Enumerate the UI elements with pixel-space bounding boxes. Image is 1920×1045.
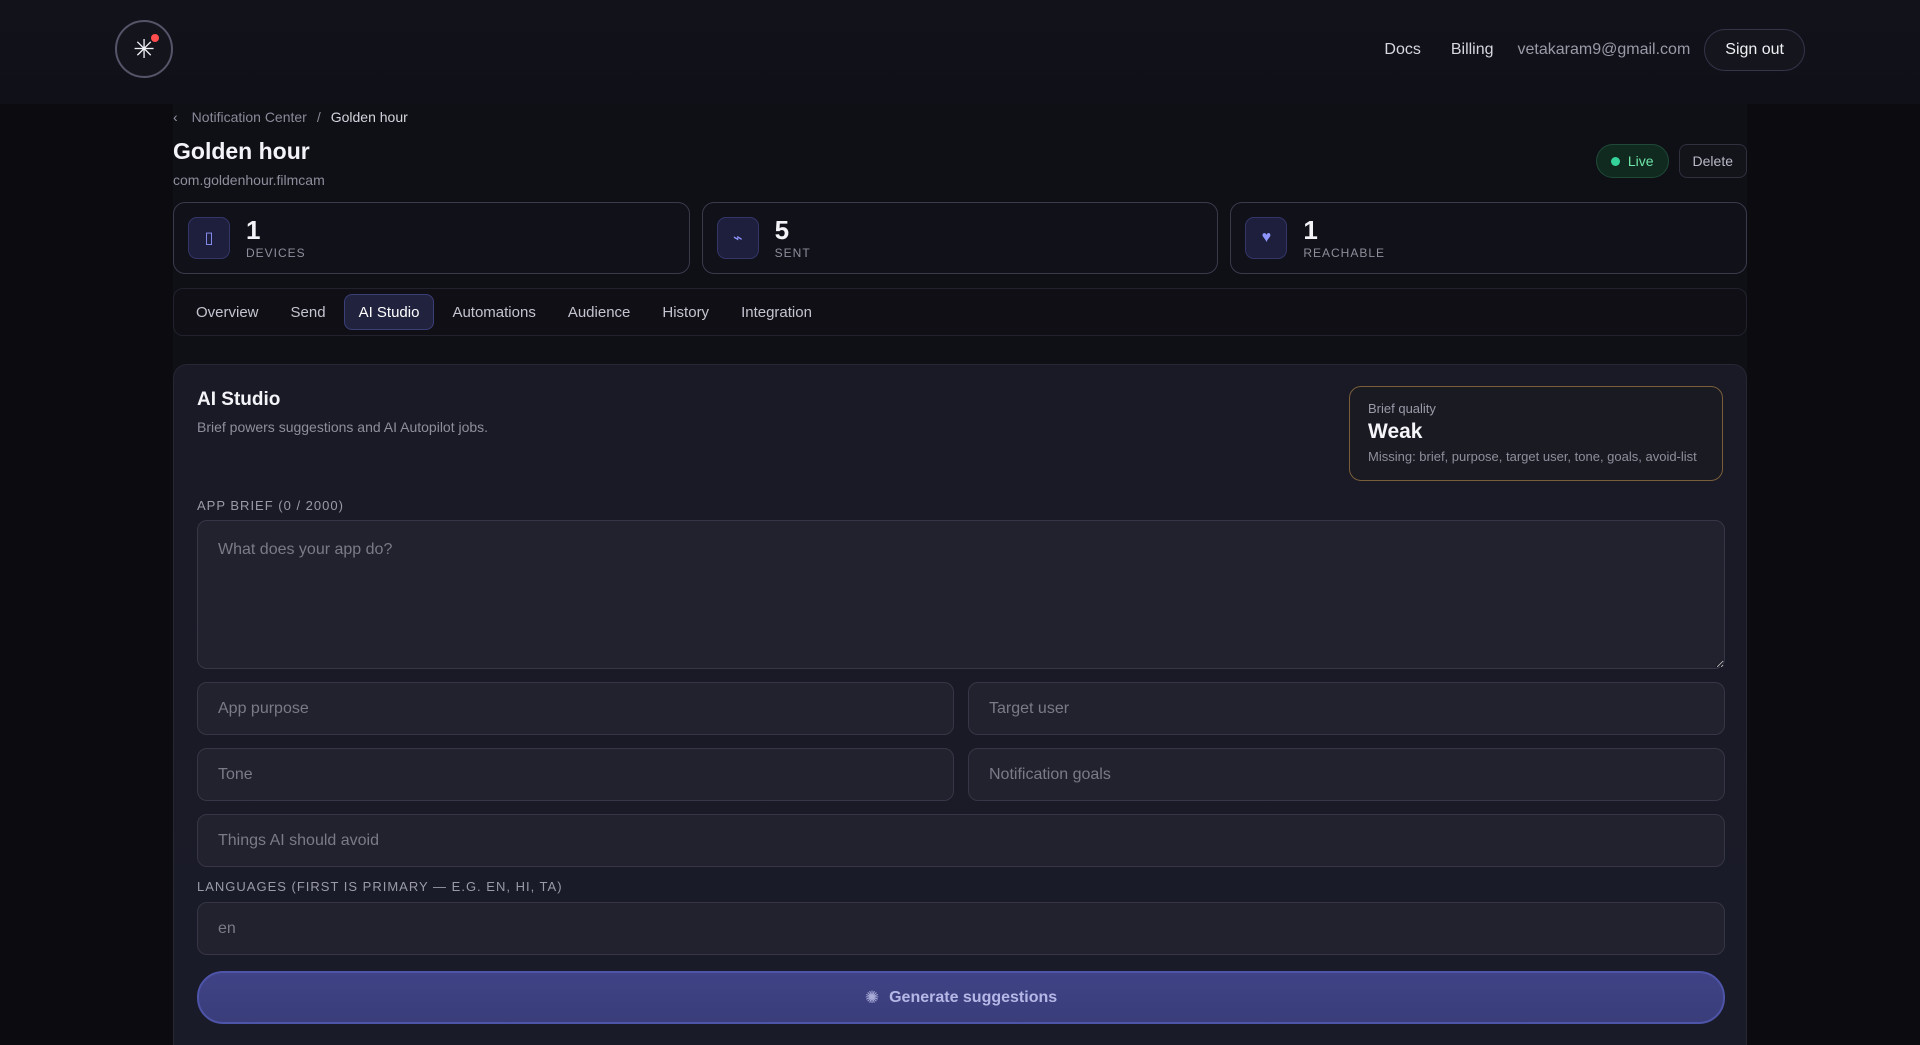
generate-suggestions-button[interactable]: ✺ Generate suggestions [197, 971, 1725, 1024]
avoid-input[interactable] [197, 814, 1725, 867]
languages-label: LANGUAGES (FIRST IS PRIMARY — E.G. EN, H… [197, 879, 563, 894]
app-purpose-input[interactable] [197, 682, 954, 735]
app-brief-textarea[interactable] [197, 520, 1725, 669]
app-brief-label: APP BRIEF (0 / 2000) [197, 498, 344, 513]
stat-card-reachable: ♥ 1 REACHABLE [1230, 202, 1748, 274]
breadcrumb: ‹ Notification Center / Golden hour [173, 104, 408, 130]
notification-dot [151, 34, 159, 42]
stat-label: SENT [774, 246, 811, 260]
tab-integration[interactable]: Integration [727, 294, 826, 330]
tab-audience[interactable]: Audience [554, 294, 645, 330]
send-icon: ⌁ [716, 217, 759, 259]
tab-history[interactable]: History [648, 294, 723, 330]
top-nav: Docs Billing vetakaram9@gmail.com Sign o… [1384, 29, 1805, 71]
stat-value: 1 [246, 215, 261, 245]
stat-card-sent: ⌁ 5 SENT [701, 202, 1219, 274]
logo[interactable]: ✳ [115, 20, 173, 78]
page-title: Golden hour [173, 138, 310, 164]
stat-card-devices: ▯ 1 DEVICES [173, 202, 690, 274]
breadcrumb-separator: / [316, 109, 321, 125]
tab-send[interactable]: Send [277, 294, 340, 330]
main-content: ‹ Notification Center / Golden hour Gold… [173, 104, 1748, 1045]
brief-quality-value: Weak [1368, 420, 1423, 443]
tab-automations[interactable]: Automations [438, 294, 549, 330]
tab-overview[interactable]: Overview [182, 294, 273, 330]
chevron-left-icon[interactable]: ‹ [173, 109, 178, 125]
stat-label: REACHABLE [1303, 246, 1386, 260]
stat-value: 5 [774, 215, 790, 245]
live-status-badge: Live [1595, 144, 1669, 178]
top-bar: ✳ Docs Billing vetakaram9@gmail.com Sign… [0, 0, 1920, 104]
phone-icon: ▯ [188, 217, 230, 259]
sign-out-button[interactable]: Sign out [1704, 29, 1805, 71]
breadcrumb-parent-link[interactable]: Notification Center [192, 109, 307, 125]
stats-row: ▯ 1 DEVICES ⌁ 5 SENT ♥ 1 REACHABLE [173, 202, 1748, 274]
stat-label: DEVICES [246, 246, 306, 260]
live-status-label: Live [1627, 153, 1654, 169]
brief-quality-card: Brief quality Weak Missing: brief, purpo… [1349, 386, 1723, 481]
brief-quality-missing: Missing: brief, purpose, target user, to… [1368, 449, 1697, 464]
notification-goals-input[interactable] [968, 748, 1725, 801]
languages-input[interactable] [197, 902, 1725, 955]
generate-suggestions-label: Generate suggestions [889, 988, 1058, 1006]
heart-icon: ♥ [1245, 217, 1288, 259]
nav-docs-link[interactable]: Docs [1384, 41, 1420, 59]
breadcrumb-current: Golden hour [330, 109, 408, 125]
tab-ai-studio[interactable]: AI Studio [343, 294, 435, 330]
live-dot-icon [1610, 156, 1620, 166]
panel-subtitle: Brief powers suggestions and AI Autopilo… [197, 419, 489, 435]
delete-button[interactable]: Delete [1678, 144, 1747, 178]
nav-billing-link[interactable]: Billing [1451, 41, 1494, 59]
tab-bar: Overview Send AI Studio Automations Audi… [173, 288, 1747, 336]
tone-input[interactable] [197, 748, 954, 801]
brief-quality-label: Brief quality [1368, 401, 1436, 416]
panel-title: AI Studio [197, 389, 281, 410]
app-package-id: com.goldenhour.filmcam [173, 172, 325, 188]
stat-value: 1 [1303, 215, 1318, 245]
ai-studio-panel: AI Studio Brief powers suggestions and A… [173, 364, 1747, 1045]
spinner-icon: ✺ [864, 987, 880, 1007]
target-user-input[interactable] [968, 682, 1725, 735]
user-email: vetakaram9@gmail.com [1517, 41, 1691, 58]
header-actions: Live Delete [1595, 144, 1747, 178]
